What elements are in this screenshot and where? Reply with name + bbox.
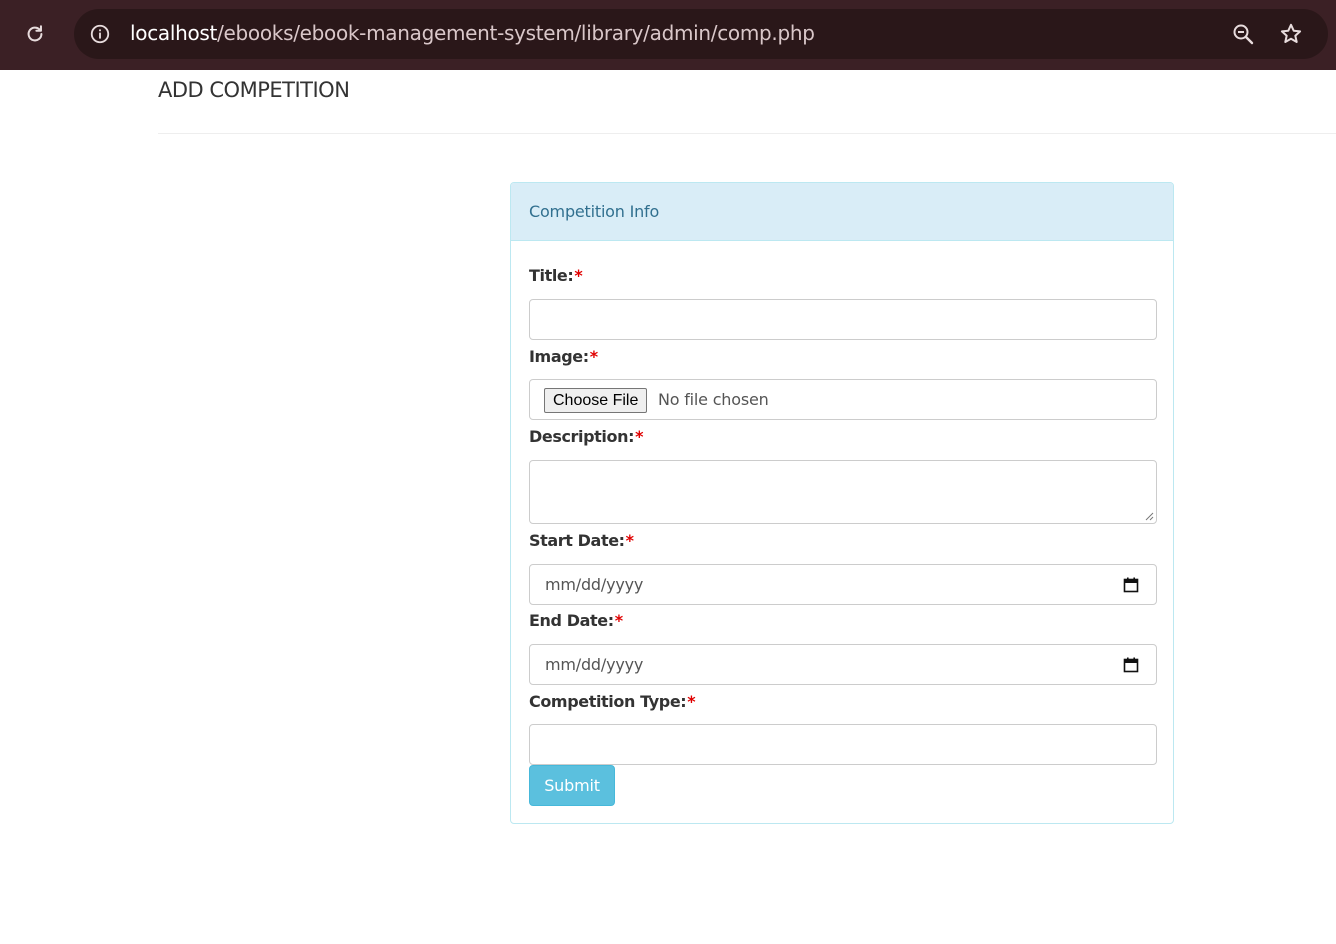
start-date-label-text: Start Date: [529,531,625,550]
image-label-text: Image: [529,347,589,366]
end-date-label: End Date:* [529,611,623,630]
panel-heading: Competition Info [511,183,1173,241]
start-date-label: Start Date:* [529,531,634,550]
reload-icon[interactable] [18,17,52,51]
start-date-placeholder: mm/dd/yyyy [545,575,644,594]
file-status-text: No file chosen [658,390,769,409]
image-file-input: Choose File No file chosen [529,379,1157,420]
title-label-text: Title: [529,266,574,285]
title-divider [158,133,1336,134]
resize-grip-icon[interactable] [1144,511,1154,521]
competition-type-input[interactable] [529,724,1157,765]
description-label: Description:* [529,427,643,446]
end-date-placeholder: mm/dd/yyyy [545,655,644,674]
calendar-icon[interactable] [1123,657,1139,673]
end-date-label-text: End Date: [529,611,614,630]
required-mark: * [589,347,598,366]
image-label: Image:* [529,347,598,366]
description-label-text: Description: [529,427,635,446]
calendar-icon[interactable] [1123,577,1139,593]
end-date-input[interactable]: mm/dd/yyyy [529,644,1157,685]
address-bar[interactable]: localhost/ebooks/ebook-management-system… [74,9,1328,59]
url-host: localhost [130,21,218,45]
competition-type-label: Competition Type:* [529,692,696,711]
required-mark: * [625,531,634,550]
info-icon[interactable] [88,22,112,46]
competition-panel: Competition Info Title:* Image:* Choose … [510,182,1174,824]
panel-heading-text: Competition Info [529,202,660,221]
choose-file-button[interactable]: Choose File [544,388,648,413]
start-date-input[interactable]: mm/dd/yyyy [529,564,1157,605]
title-label: Title:* [529,266,583,285]
browser-toolbar: localhost/ebooks/ebook-management-system… [0,0,1336,70]
description-textarea[interactable] [529,460,1157,524]
required-mark: * [687,692,696,711]
required-mark: * [574,266,583,285]
url-path: /ebooks/ebook-management-system/library/… [217,21,815,45]
title-input[interactable] [529,299,1157,340]
star-icon[interactable] [1278,21,1304,47]
url-text[interactable]: localhost/ebooks/ebook-management-system… [130,21,815,45]
submit-button[interactable]: Submit [529,765,615,806]
page-title: ADD COMPETITION [158,78,350,102]
required-mark: * [614,611,623,630]
required-mark: * [635,427,644,446]
competition-type-label-text: Competition Type: [529,692,687,711]
zoom-out-icon[interactable] [1230,21,1256,47]
